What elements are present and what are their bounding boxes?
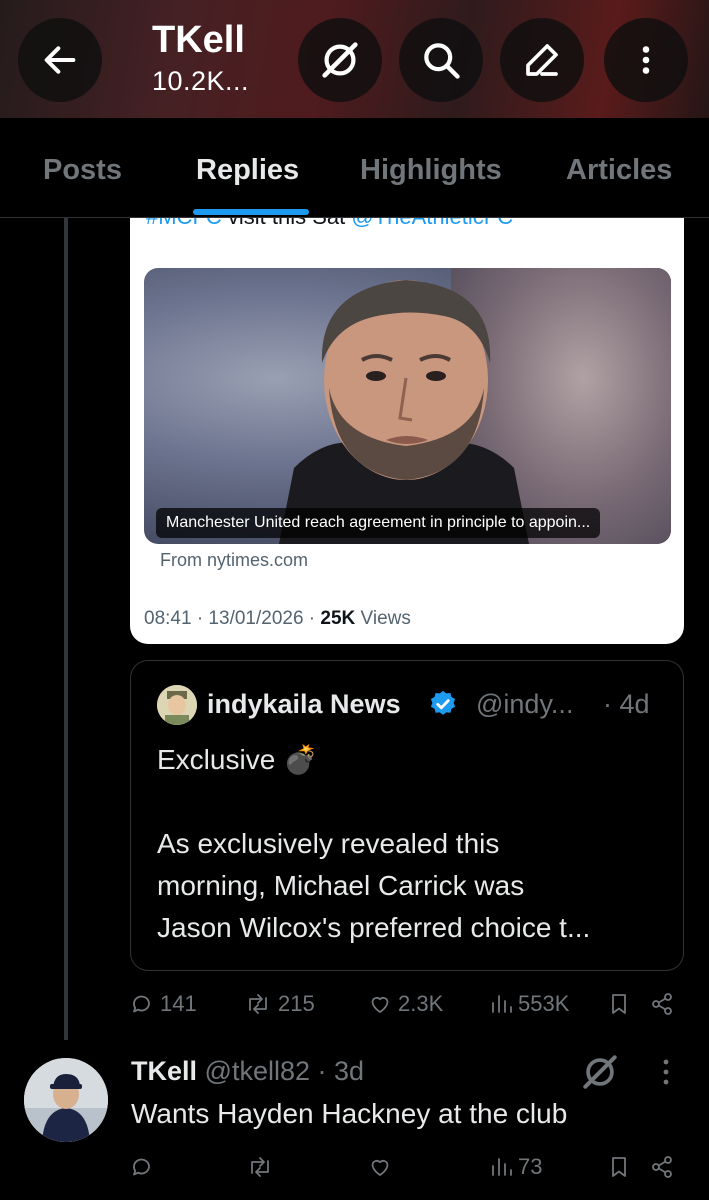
- view-count: 73: [518, 1154, 543, 1179]
- post-actions: 141 215 2.3K 553K: [0, 984, 709, 1024]
- active-tab-indicator: [193, 209, 309, 215]
- article-source[interactable]: From nytimes.com: [160, 550, 308, 571]
- more-button[interactable]: [604, 18, 688, 102]
- tab-articles[interactable]: Articles: [566, 154, 672, 187]
- quote-line-spacer: [157, 781, 667, 823]
- analytics-icon: [492, 995, 512, 1013]
- reply-timestamp: · 3d: [317, 1056, 365, 1086]
- bookmark-icon: [612, 1157, 626, 1177]
- more-vertical-icon: [642, 46, 650, 74]
- reply-author-handle[interactable]: @tkell82: [205, 1056, 310, 1086]
- search-button[interactable]: [399, 18, 483, 102]
- article-caption: Manchester United reach agreement in pri…: [156, 508, 601, 538]
- quote-line: Exclusive 💣: [157, 744, 318, 775]
- like-count: 2.3K: [398, 991, 444, 1016]
- quote-timestamp: · 4d: [603, 689, 650, 719]
- repost-button[interactable]: [246, 1147, 274, 1187]
- reply-button[interactable]: 141: [130, 984, 197, 1024]
- heart-icon: [371, 996, 389, 1013]
- reply-icon: [133, 995, 150, 1013]
- reply-count: 141: [160, 991, 197, 1016]
- views-button[interactable]: 73: [490, 1147, 542, 1187]
- quote-body: Exclusive 💣 As exclusively revealed this…: [157, 739, 667, 949]
- reply-actions: 73: [0, 1147, 709, 1187]
- heart-icon: [371, 1159, 389, 1176]
- share-button[interactable]: [650, 1147, 674, 1187]
- avatar[interactable]: [24, 1058, 108, 1142]
- reply-author-name[interactable]: TKell: [131, 1056, 197, 1086]
- bookmark-button[interactable]: [608, 1147, 630, 1187]
- analytics-icon: [492, 1158, 512, 1176]
- article-image[interactable]: Manchester United reach agreement in pri…: [144, 268, 671, 544]
- more-vertical-icon: [663, 1059, 669, 1085]
- quoted-post-card[interactable]: #MCFC visit this Sat @TheAthleticFC Manc…: [130, 200, 684, 644]
- profile-name: TKell: [152, 19, 245, 61]
- share-icon: [652, 1156, 672, 1178]
- avatar[interactable]: [157, 685, 197, 725]
- profile-header: TKell 10.2K...: [0, 0, 709, 118]
- back-button[interactable]: [18, 18, 102, 102]
- verified-badge-icon: [430, 690, 456, 715]
- quote-author-name[interactable]: indykaila News: [207, 689, 401, 720]
- reply-header: TKell @tkell82 · 3d: [131, 1056, 364, 1087]
- arrow-left-icon: [44, 46, 76, 74]
- avatar-illustration: [24, 1058, 108, 1142]
- tab-highlights[interactable]: Highlights: [360, 154, 502, 187]
- reply-body: Wants Hayden Hackney at the club: [131, 1098, 568, 1129]
- repost-icon: [251, 1157, 269, 1177]
- header-title: TKell 10.2K...: [152, 18, 249, 98]
- profile-tabs: Posts Replies Highlights Articles: [0, 118, 709, 218]
- quote-line: morning, Michael Carrick was: [157, 870, 525, 901]
- quote-line: As exclusively revealed this: [157, 828, 500, 859]
- search-icon: [424, 43, 460, 79]
- quote-tweet[interactable]: indykaila News @indy... · 4d Exclusive 💣…: [130, 660, 684, 971]
- repost-count: 215: [278, 991, 315, 1016]
- grok-icon: [583, 1055, 617, 1089]
- tab-posts[interactable]: Posts: [43, 154, 122, 187]
- grok-button[interactable]: [578, 1050, 622, 1094]
- edit-button[interactable]: [500, 18, 584, 102]
- bookmark-button[interactable]: [608, 984, 630, 1024]
- card-timestamp-views: 08:41 · 13/01/2026 · 25K Views: [144, 608, 411, 629]
- quote-author-handle[interactable]: @indy...: [476, 689, 573, 720]
- reply-more-button[interactable]: [656, 1054, 676, 1090]
- share-button[interactable]: [650, 984, 674, 1024]
- like-button[interactable]: [368, 1147, 392, 1187]
- reply-button[interactable]: [130, 1147, 154, 1187]
- avatar-illustration: [157, 685, 197, 725]
- view-count: 553K: [518, 991, 570, 1016]
- repost-button[interactable]: 215: [244, 984, 315, 1024]
- tab-replies[interactable]: Replies: [196, 154, 299, 187]
- edit-icon: [526, 44, 558, 76]
- bookmark-icon: [612, 994, 626, 1014]
- repost-icon: [249, 994, 267, 1014]
- like-button[interactable]: 2.3K: [368, 984, 443, 1024]
- portrait-illustration: [279, 280, 529, 544]
- views-button[interactable]: 553K: [490, 984, 569, 1024]
- reply-icon: [133, 1158, 150, 1176]
- share-icon: [652, 993, 672, 1015]
- grok-button[interactable]: [298, 18, 382, 102]
- quote-line: Jason Wilcox's preferred choice t...: [157, 912, 591, 943]
- grok-icon: [322, 42, 358, 78]
- profile-post-count: 10.2K...: [152, 66, 250, 96]
- thread-connector: [64, 218, 68, 1040]
